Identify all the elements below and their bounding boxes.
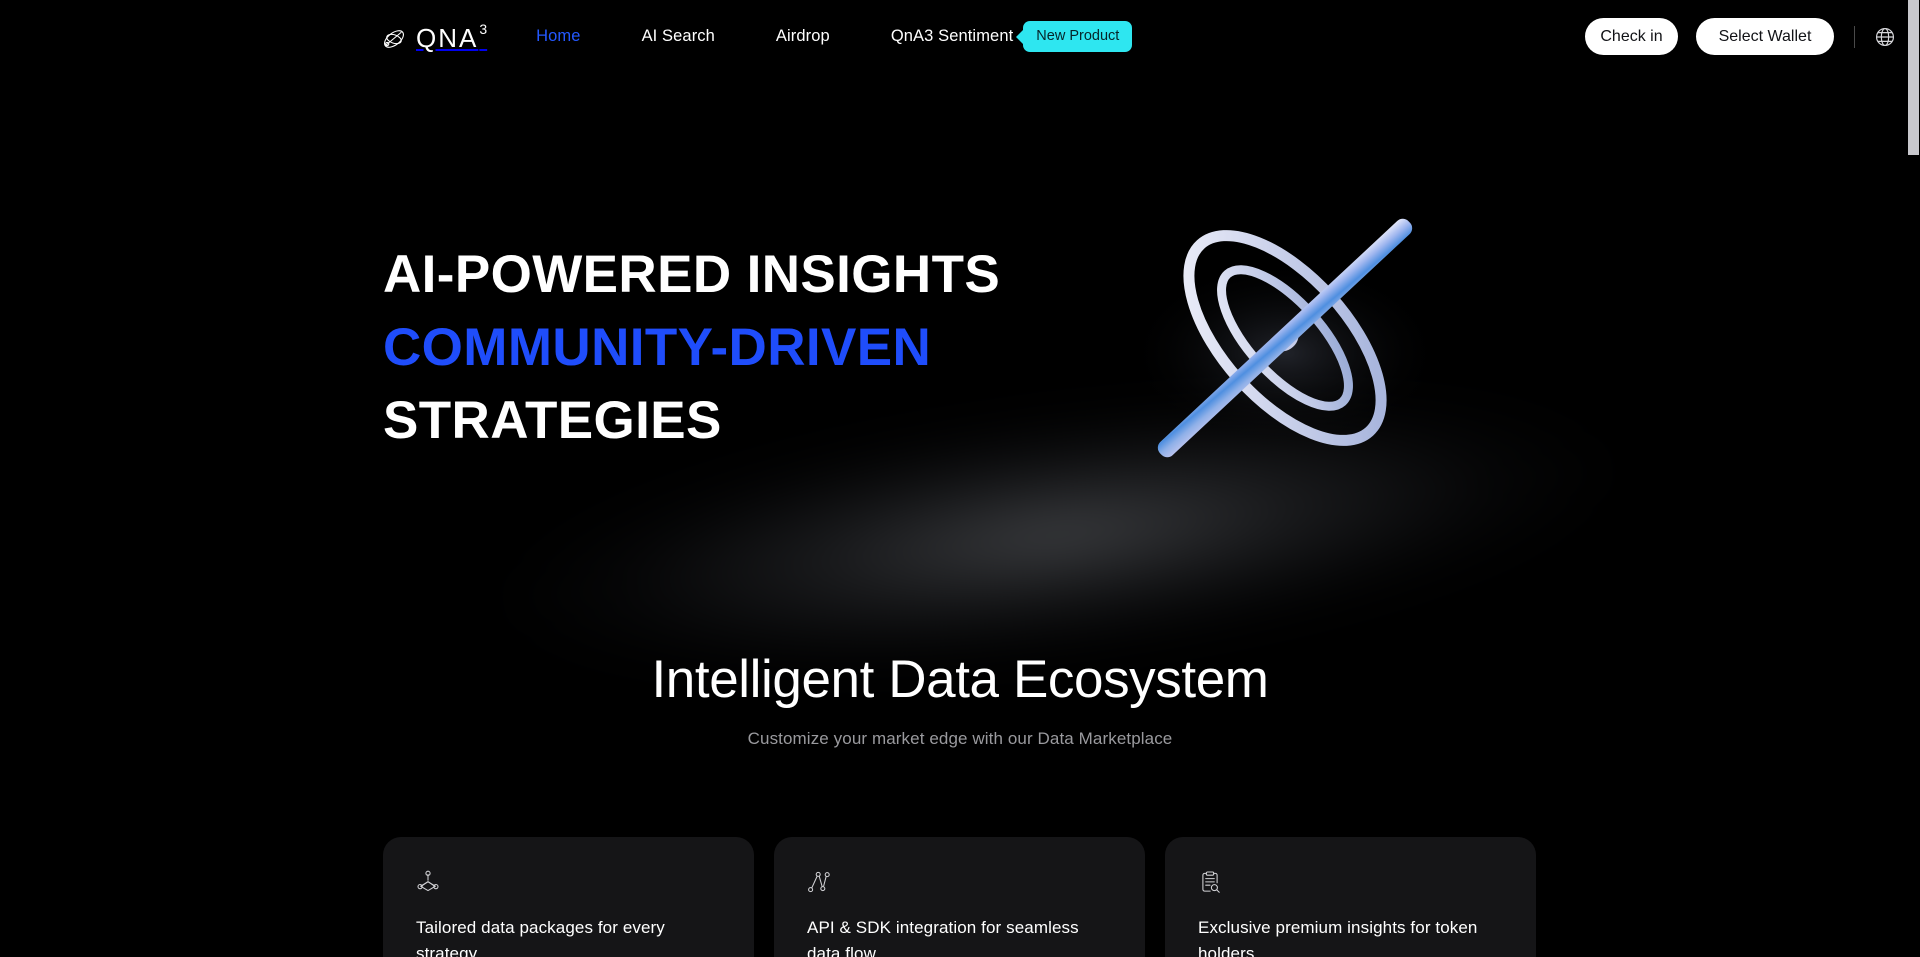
hero-headline: AI-POWERED INSIGHTS COMMUNITY-DRIVEN STR… [383,238,1000,457]
hero-headline-line-1: AI-POWERED INSIGHTS [383,245,1001,304]
ecosystem-card-data-packages[interactable]: Tailored data packages for every strateg… [383,837,754,957]
clipboard-search-icon [1202,871,1220,893]
check-in-button[interactable]: Check in [1585,18,1678,55]
ecosystem-card-premium-insights[interactable]: Exclusive premium insights for token hol… [1165,837,1536,957]
nav-item-airdrop[interactable]: Airdrop [776,27,830,46]
nav-item-ai-search[interactable]: AI Search [642,27,715,46]
ecosystem-card-title: API & SDK integration for seamless data … [807,918,1079,957]
nav-actions: Check in Select Wallet [1585,18,1896,55]
page-scrollbar-track[interactable] [1906,0,1920,957]
globe-icon[interactable] [1874,26,1896,48]
hero-section: AI-POWERED INSIGHTS COMMUNITY-DRIVEN STR… [0,73,1920,788]
page-root: QNA3 Home AI Search Airdrop QnA3 Sentime… [0,0,1920,957]
nav-divider [1854,25,1855,48]
graph-link-nodes-icon [808,871,830,893]
ecosystem-card-title: Exclusive premium insights for token hol… [1198,918,1478,957]
new-product-badge[interactable]: New Product [1023,20,1133,53]
ecosystem-title: Intelligent Data Ecosystem [651,650,1269,709]
hero-headline-line-3: STRATEGIES [383,391,722,450]
ecosystem-subtitle: Customize your market edge with our Data… [747,728,1173,748]
hero-headline-line-2: COMMUNITY-DRIVEN [383,318,932,377]
top-navigation-bar: QNA3 Home AI Search Airdrop QnA3 Sentime… [0,0,1920,73]
ecosystem-section: Intelligent Data Ecosystem Customize you… [0,650,1920,749]
ecosystem-cards: Tailored data packages for every strateg… [383,837,1537,957]
ecosystem-card-title: Tailored data packages for every strateg… [416,918,665,957]
hero-artwork [1120,173,1450,503]
nav-item-qna3-sentiment[interactable]: QnA3 Sentiment [891,27,1013,46]
ecosystem-card-api-sdk[interactable]: API & SDK integration for seamless data … [774,837,1145,957]
nav-item-home[interactable]: Home [536,27,580,46]
network-nodes-icon [417,870,439,892]
brand-superscript: 3 [479,20,488,37]
brand-logo[interactable]: QNA3 [381,20,488,53]
3d-gyroscope-orbital-rings-icon [1125,218,1445,458]
new-product-badge-wrapper: New Product [1023,20,1133,53]
select-wallet-button[interactable]: Select Wallet [1696,18,1834,55]
nav-links: Home AI Search Airdrop QnA3 Sentiment Ne… [536,20,1170,53]
brand-name: QNA3 [416,20,488,53]
qna3-orbital-logo-icon [384,29,404,48]
